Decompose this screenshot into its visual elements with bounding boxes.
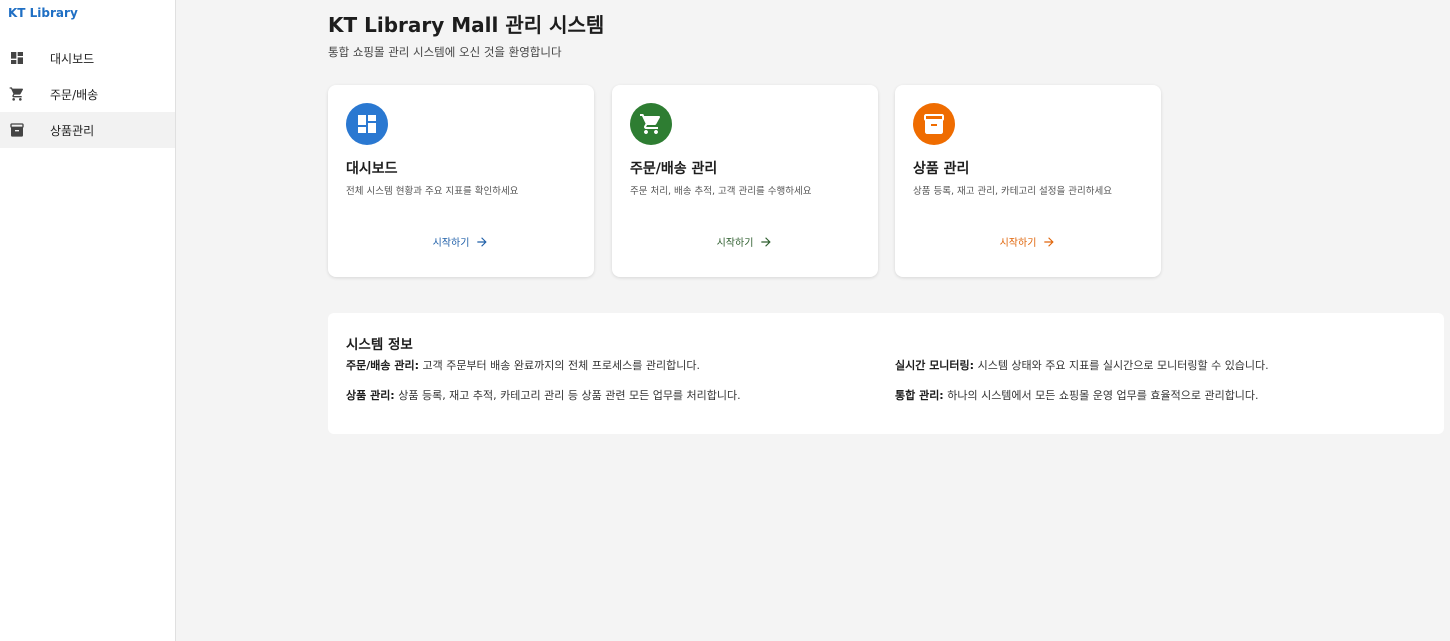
arrow-right-icon: [1044, 236, 1055, 247]
sidebar-item-products[interactable]: 상품관리: [0, 112, 175, 148]
cart-icon: [9, 86, 25, 102]
card-title: 상품 관리: [913, 161, 970, 177]
sidebar-item-label: 대시보드: [50, 51, 95, 66]
info-item-text: 하나의 시스템에서 모든 쇼핑몰 운영 업무를 효율적으로 관리합니다.: [943, 389, 1259, 402]
info-item-text: 상품 등록, 재고 추적, 카테고리 관리 등 상품 관련 모든 업무를 처리합…: [394, 389, 741, 402]
card-description: 주문 처리, 배송 추적, 고객 관리를 수행하세요: [630, 186, 812, 197]
info-item-monitoring: 실시간 모니터링: 시스템 상태와 주요 지표를 실시간으로 모니터링할 수 있…: [895, 357, 1269, 373]
system-info-title: 시스템 정보: [346, 337, 413, 353]
archive-icon: [913, 103, 955, 145]
info-item-label: 실시간 모니터링:: [895, 359, 975, 372]
info-item-label: 주문/배송 관리:: [346, 359, 419, 372]
sidebar-item-label: 상품관리: [50, 123, 95, 138]
info-item-text: 시스템 상태와 주요 지표를 실시간으로 모니터링할 수 있습니다.: [974, 359, 1269, 372]
archive-icon: [9, 122, 25, 138]
card-dashboard[interactable]: 대시보드 전체 시스템 현황과 주요 지표를 확인하세요 시작하기: [328, 85, 594, 277]
card-start-button[interactable]: 시작하기: [328, 234, 594, 249]
info-item-products: 상품 관리: 상품 등록, 재고 추적, 카테고리 관리 등 상품 관련 모든 …: [346, 387, 741, 403]
card-description: 상품 등록, 재고 관리, 카테고리 설정을 관리하세요: [913, 186, 1112, 197]
arrow-right-icon: [761, 236, 772, 247]
sidebar-item-label: 주문/배송: [50, 87, 99, 102]
cart-icon: [630, 103, 672, 145]
sidebar-item-orders[interactable]: 주문/배송: [0, 76, 175, 112]
info-item-orders: 주문/배송 관리: 고객 주문부터 배송 완료까지의 전체 프로세스를 관리합니…: [346, 357, 700, 373]
info-item-label: 통합 관리:: [895, 389, 944, 402]
card-start-button[interactable]: 시작하기: [895, 234, 1161, 249]
main-content: KT Library Mall 관리 시스템 통합 쇼핑몰 관리 시스템에 오신…: [176, 0, 1450, 641]
info-item-text: 고객 주문부터 배송 완료까지의 전체 프로세스를 관리합니다.: [418, 359, 700, 372]
card-start-button[interactable]: 시작하기: [612, 234, 878, 249]
card-start-label: 시작하기: [999, 238, 1037, 249]
card-start-label: 시작하기: [716, 238, 754, 249]
page-title: KT Library Mall 관리 시스템: [328, 13, 605, 37]
brand-logo[interactable]: KT Library: [8, 6, 78, 20]
system-info-panel: 시스템 정보 주문/배송 관리: 고객 주문부터 배송 완료까지의 전체 프로세…: [328, 313, 1444, 434]
card-start-label: 시작하기: [432, 238, 470, 249]
dashboard-icon: [9, 50, 25, 66]
arrow-right-icon: [477, 236, 488, 247]
card-products[interactable]: 상품 관리 상품 등록, 재고 관리, 카테고리 설정을 관리하세요 시작하기: [895, 85, 1161, 277]
info-item-integrated: 통합 관리: 하나의 시스템에서 모든 쇼핑몰 운영 업무를 효율적으로 관리합…: [895, 387, 1259, 403]
sidebar-item-dashboard[interactable]: 대시보드: [0, 40, 175, 76]
dashboard-icon: [346, 103, 388, 145]
card-description: 전체 시스템 현황과 주요 지표를 확인하세요: [346, 186, 519, 197]
card-title: 주문/배송 관리: [630, 161, 718, 177]
sidebar: KT Library 대시보드 주문/배송 상품관리: [0, 0, 176, 641]
card-title: 대시보드: [346, 161, 398, 177]
sidebar-nav: 대시보드 주문/배송 상품관리: [0, 40, 175, 148]
card-orders[interactable]: 주문/배송 관리 주문 처리, 배송 추적, 고객 관리를 수행하세요 시작하기: [612, 85, 878, 277]
page-subtitle: 통합 쇼핑몰 관리 시스템에 오신 것을 환영합니다: [328, 45, 562, 59]
info-item-label: 상품 관리:: [346, 389, 395, 402]
